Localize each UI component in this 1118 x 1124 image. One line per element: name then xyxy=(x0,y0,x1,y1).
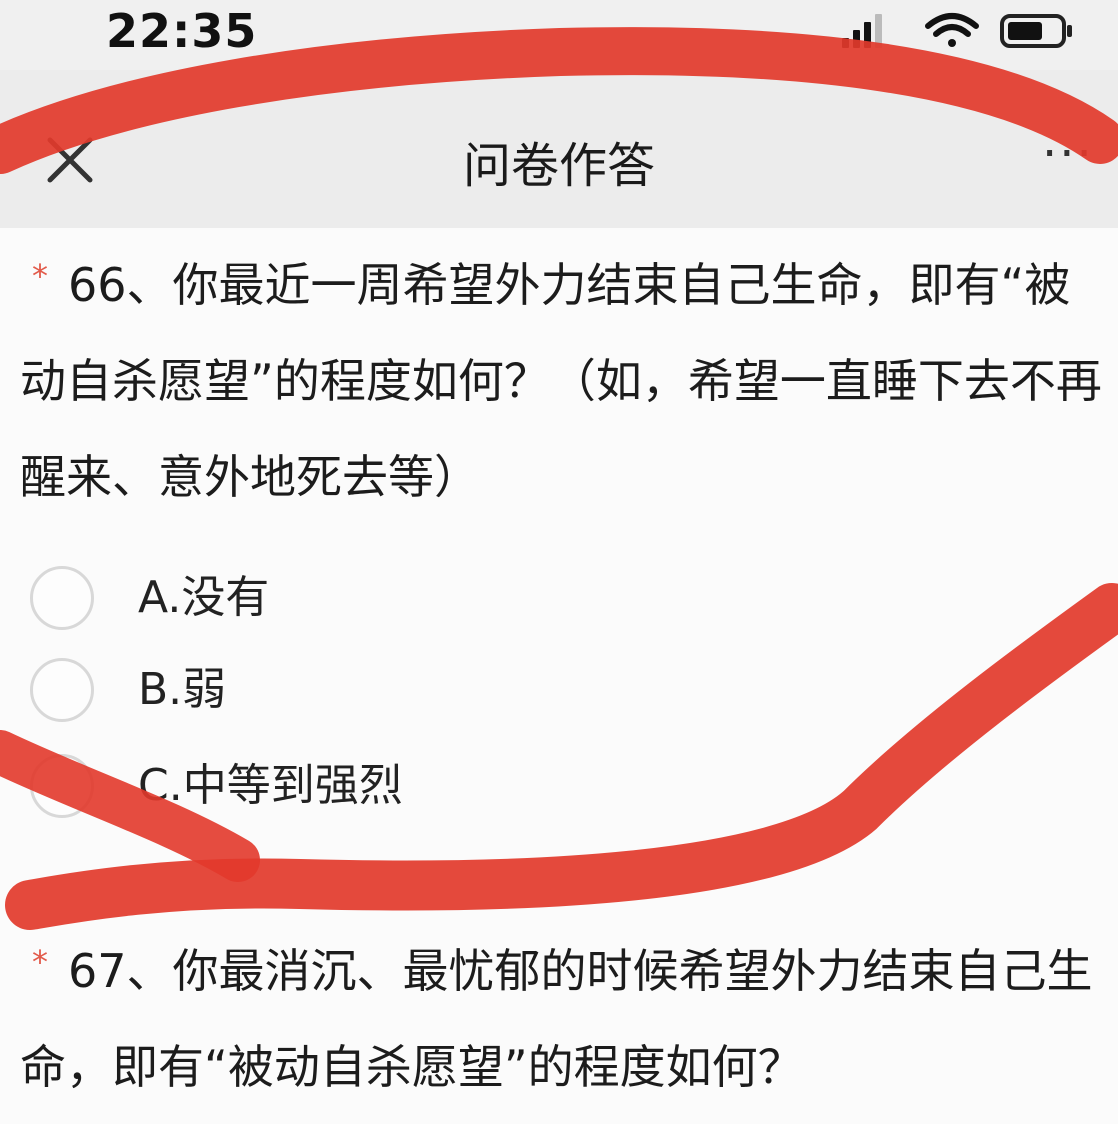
battery-icon xyxy=(1000,14,1072,48)
status-bar: 22:35 xyxy=(0,0,1118,70)
question-text: 66、你最近一周希望外力结束自己生命，即有“被动自杀愿望”的程度如何？（如，希望… xyxy=(20,258,1102,504)
radio-button[interactable] xyxy=(30,754,94,818)
question-text: 67、你最消沉、最忧郁的时候希望外力结束自己生命，即有“被动自杀愿望”的程度如何… xyxy=(20,944,1093,1094)
question-66: * 66、你最近一周希望外力结束自己生命，即有“被动自杀愿望”的程度如何？（如，希… xyxy=(20,228,1108,525)
nav-bar: 问卷作答 ··· xyxy=(0,70,1118,228)
option-label: B.弱 xyxy=(138,664,227,715)
required-mark: * xyxy=(32,257,48,295)
radio-button[interactable] xyxy=(30,658,94,722)
required-mark: * xyxy=(32,943,48,981)
question-67: * 67、你最消沉、最忧郁的时候希望外力结束自己生命，即有“被动自杀愿望”的程度如… xyxy=(20,914,1108,1115)
option-label: C.中等到强烈 xyxy=(138,760,403,811)
wifi-icon xyxy=(925,13,979,47)
status-time: 22:35 xyxy=(106,4,258,58)
survey-content: * 66、你最近一周希望外力结束自己生命，即有“被动自杀愿望”的程度如何？（如，希… xyxy=(0,228,1118,1124)
signal-icon xyxy=(842,14,882,48)
radio-button[interactable] xyxy=(30,566,94,630)
page-title: 问卷作答 xyxy=(462,138,655,194)
status-icons xyxy=(842,8,1082,52)
option-label: A.没有 xyxy=(138,572,270,623)
more-button[interactable]: ··· xyxy=(1042,130,1112,178)
